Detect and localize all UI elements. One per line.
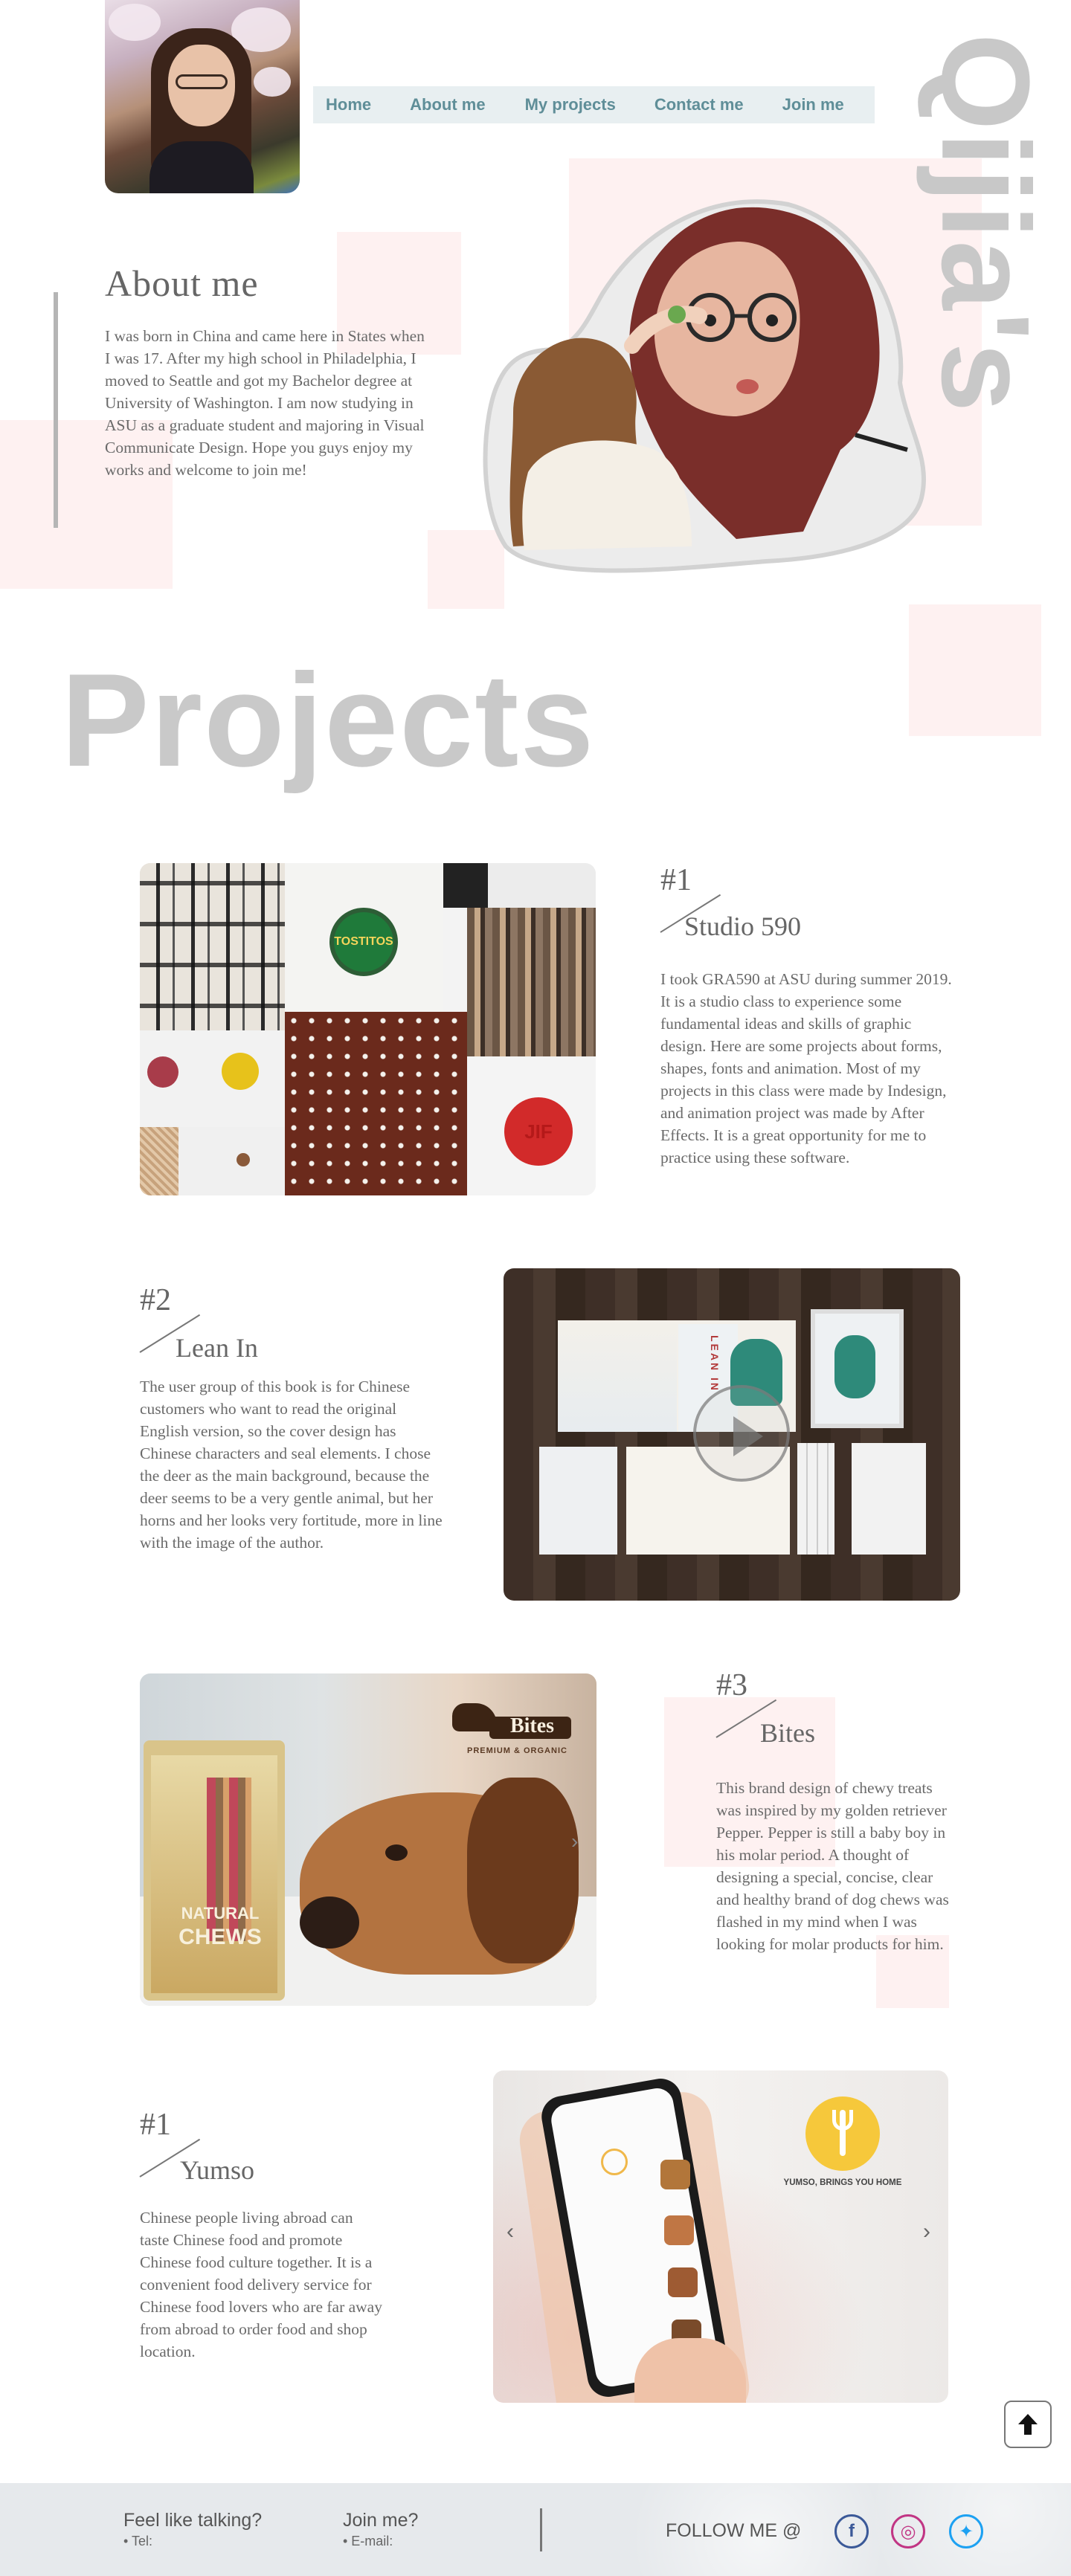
profile-photo bbox=[105, 0, 300, 193]
bites-logo-text: Bites bbox=[509, 1714, 555, 1737]
project-image-studio590[interactable]: TOSTITOS JIF bbox=[140, 863, 596, 1195]
bites-package-chews: CHEWS bbox=[178, 1925, 262, 1949]
project-1-number: #1 bbox=[660, 863, 692, 897]
project-4-number: #1 bbox=[140, 2108, 171, 2142]
carousel-next-icon[interactable]: › bbox=[923, 2219, 930, 2244]
nav-home[interactable]: Home bbox=[326, 95, 371, 114]
jif-lid: JIF bbox=[504, 1097, 573, 1166]
nav-about-me[interactable]: About me bbox=[410, 95, 485, 114]
facebook-icon[interactable]: f bbox=[834, 2514, 869, 2548]
footer-talk-label: Feel like talking? bbox=[123, 2510, 263, 2531]
about-text: I was born in China and came here in Sta… bbox=[105, 327, 425, 479]
project-4-name[interactable]: Yumso bbox=[180, 2154, 254, 2186]
play-button-overlay[interactable] bbox=[693, 1385, 790, 1482]
project-1-name[interactable]: Studio 590 bbox=[684, 911, 801, 942]
project-1-text: I took GRA590 at ASU during summer 2019.… bbox=[660, 970, 952, 1166]
back-to-top-button[interactable] bbox=[1004, 2401, 1052, 2448]
about-accent-bar bbox=[54, 292, 58, 528]
project-4-text: Chinese people living abroad can taste C… bbox=[140, 2209, 382, 2360]
footer-tel: • Tel: bbox=[123, 2534, 152, 2548]
project-3-text: This brand design of chewy treats was in… bbox=[716, 1779, 949, 1953]
arrow-up-icon bbox=[1018, 2414, 1038, 2435]
main-nav: Home About me My projects Contact me Joi… bbox=[313, 86, 875, 123]
carousel-prev-icon[interactable]: ‹ bbox=[506, 2219, 514, 2244]
footer: Feel like talking? • Tel: Join me? • E-m… bbox=[0, 2483, 1071, 2576]
project-image-yumso[interactable]: YUMSO, BRINGS YOU HOME ‹ › bbox=[493, 2070, 948, 2403]
nav-join-me[interactable]: Join me bbox=[782, 95, 844, 114]
project-image-lean-in[interactable]: LEAN IN bbox=[504, 1268, 960, 1601]
decor-block bbox=[909, 604, 1041, 736]
project-3-number: #3 bbox=[716, 1668, 747, 1702]
project-2-text: The user group of this book is for Chine… bbox=[140, 1378, 443, 1552]
bites-tagline: PREMIUM & ORGANIC bbox=[467, 1746, 567, 1755]
project-2-name[interactable]: Lean In bbox=[176, 1332, 258, 1363]
project-3-name[interactable]: Bites bbox=[760, 1717, 815, 1749]
footer-divider bbox=[540, 2508, 542, 2551]
tostitos-badge: TOSTITOS bbox=[329, 908, 398, 976]
carousel-next-icon[interactable]: › bbox=[571, 1830, 578, 1853]
nav-contact-me[interactable]: Contact me bbox=[654, 95, 744, 114]
brand-vertical-name: Qijia's bbox=[916, 33, 1056, 413]
footer-follow-label: FOLLOW ME @ bbox=[666, 2520, 802, 2541]
self-portrait-illustration bbox=[483, 199, 926, 573]
project-2-number: #2 bbox=[140, 1283, 171, 1317]
footer-join-label: Join me? bbox=[343, 2510, 419, 2531]
fork-logo-icon bbox=[805, 2096, 880, 2171]
projects-heading: Projects bbox=[61, 646, 596, 794]
bites-package-natural: NATURAL bbox=[181, 1904, 260, 1923]
project-image-bites[interactable]: NATURAL CHEWS Bites PREMIUM & ORGANIC › bbox=[140, 1673, 596, 2006]
twitter-icon[interactable]: ✦ bbox=[949, 2514, 983, 2548]
yumso-tagline: YUMSO, BRINGS YOU HOME bbox=[783, 2178, 902, 2187]
nav-my-projects[interactable]: My projects bbox=[525, 95, 616, 114]
instagram-icon[interactable]: ◎ bbox=[891, 2514, 925, 2548]
about-title: About me bbox=[105, 262, 259, 304]
footer-email: • E-mail: bbox=[343, 2534, 393, 2548]
